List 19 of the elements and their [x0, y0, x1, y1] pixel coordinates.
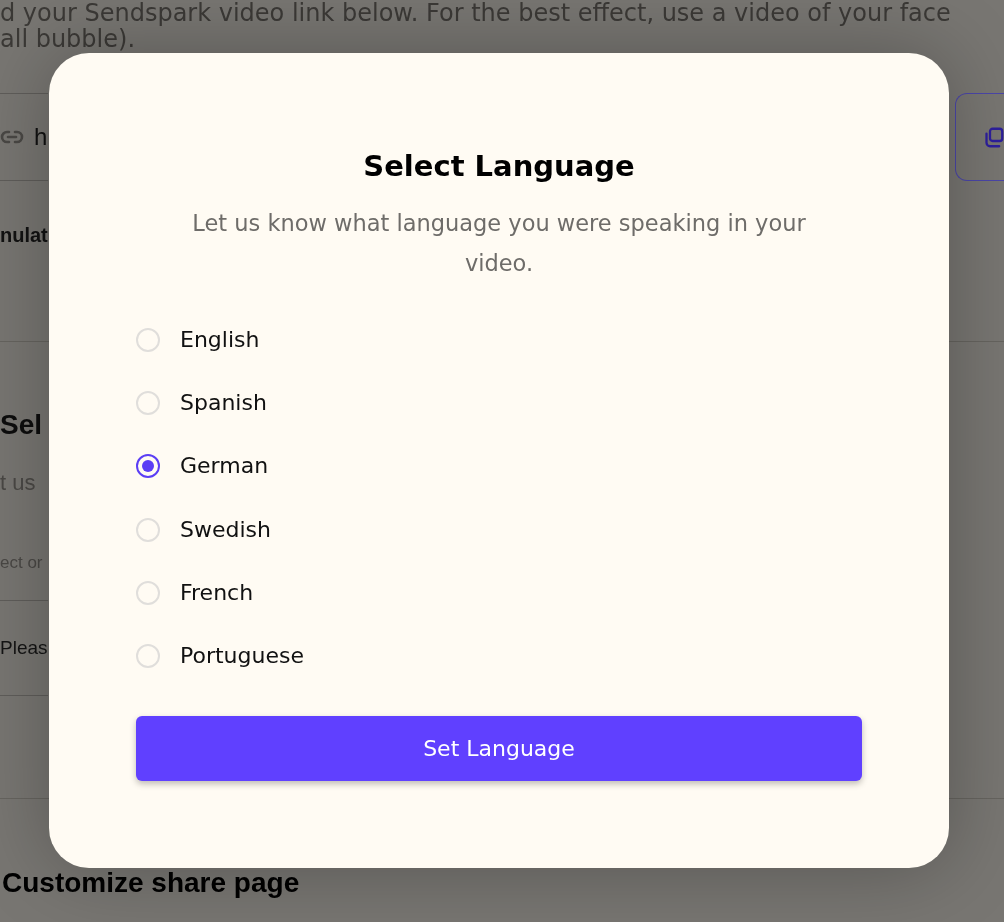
radio-label[interactable]: French	[180, 578, 254, 607]
radio-button[interactable]	[136, 454, 160, 479]
url-field[interactable]: h	[0, 93, 48, 181]
copy-icon	[983, 126, 1004, 148]
section-label: nulat	[0, 223, 48, 247]
modal-title: Select Language	[362, 148, 636, 184]
radio-label[interactable]: Spanish	[180, 389, 267, 417]
radio-label[interactable]: Swedish	[180, 515, 271, 544]
radio-label[interactable]: English	[180, 325, 260, 354]
set-language-button[interactable]: Set Language	[136, 715, 862, 781]
section-title: Sel	[0, 408, 43, 442]
intro-text: d your Sendspark video link below. For the best effect, use a video of your face	[0, 0, 951, 26]
select-field[interactable]: Pleas	[0, 600, 48, 696]
radio-label[interactable]: German	[180, 452, 269, 481]
radio-label[interactable]: Portuguese	[180, 642, 304, 671]
copy-button[interactable]	[955, 93, 1004, 181]
modal-subtitle: Let us know what language you were speaking in your video.	[191, 209, 807, 278]
section-heading: Customize share page	[2, 866, 300, 900]
intro-text: all bubble).	[0, 26, 135, 52]
